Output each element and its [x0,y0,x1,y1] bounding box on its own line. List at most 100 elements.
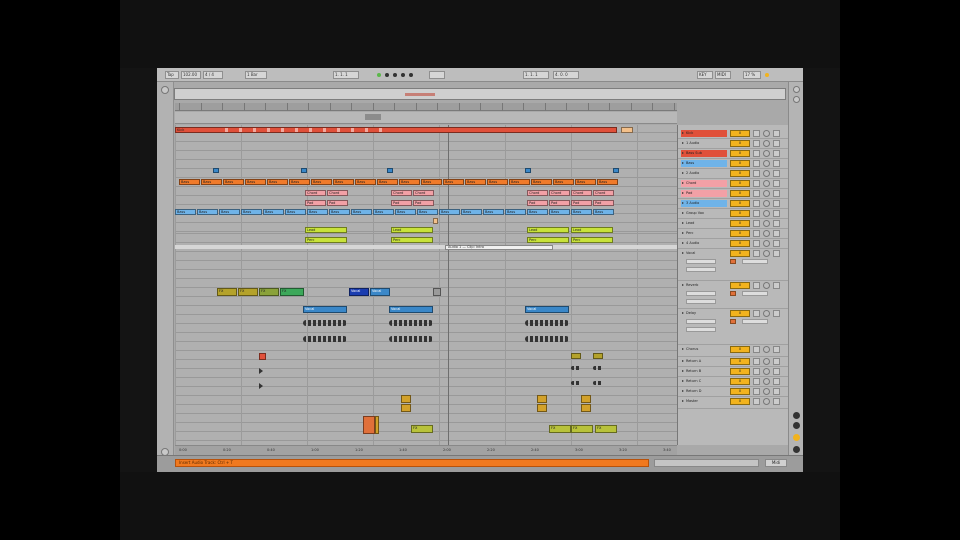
fold-arrow-icon[interactable] [682,242,684,244]
monitor-button[interactable] [773,346,780,353]
mixer-track[interactable]: Return D 0 [678,387,789,397]
monitor-select[interactable] [686,267,716,272]
track-lane[interactable] [175,405,677,414]
bass-clip[interactable]: Bass [267,179,288,185]
solo-button[interactable] [753,388,760,395]
arm-button[interactable] [763,160,770,167]
marker-clip[interactable] [525,168,531,173]
mixer-track[interactable]: Bass Sub 0 [678,149,789,159]
arm-button[interactable] [763,250,770,257]
bass-clip[interactable]: Bass [597,179,618,185]
arm-button[interactable] [763,398,770,405]
loop-start-field[interactable]: 1. 1. 1 [523,71,549,79]
position-field[interactable]: 1. 1. 1 [333,71,359,79]
perc-clip[interactable]: Perc [527,237,569,243]
olive-block-clip[interactable] [537,395,547,403]
track-volume[interactable]: 0 [730,170,750,177]
arm-button[interactable] [763,180,770,187]
monitor-button[interactable] [773,282,780,289]
browser-toggle-icon[interactable] [161,86,169,94]
bass2-clip[interactable]: Bass [307,209,328,215]
arm-button[interactable] [763,358,770,365]
fold-arrow-icon[interactable] [682,380,684,382]
vocal-clip[interactable]: Vocal [389,306,433,313]
bass-clip[interactable]: Bass [575,179,596,185]
time-signature-field[interactable]: 4 / 4 [203,71,223,79]
input-select[interactable] [686,319,716,324]
record-icon[interactable] [393,73,397,77]
bar-ruler[interactable] [175,103,677,111]
mixer-track[interactable]: 3 Audio 0 [678,199,789,209]
track-volume[interactable]: 0 [730,190,750,197]
fx-block-clip[interactable] [363,416,375,434]
kick-end-clip[interactable] [621,127,633,133]
pad-clip[interactable]: Pad [413,200,434,206]
fold-arrow-icon[interactable] [682,390,684,392]
fold-arrow-icon[interactable] [682,222,684,224]
vocal-clip[interactable]: Vocal [525,306,569,313]
fold-arrow-icon[interactable] [682,132,684,134]
time-ruler-bottom[interactable]: 0:00 0:20 0:40 1:00 1:20 1:40 2:00 2:20 2:40 3:00… [175,445,677,455]
mixer-track[interactable]: 4 Audio 0 [678,239,789,249]
track-volume[interactable]: 0 [730,140,750,147]
bass-clip[interactable]: Bass [487,179,508,185]
solo-button[interactable] [753,398,760,405]
track-lane[interactable] [175,214,677,223]
fx-clip[interactable]: FX [217,288,237,296]
track-name[interactable]: Perc [681,230,727,237]
arm-button[interactable] [763,368,770,375]
track-name[interactable]: Chorus [681,346,727,353]
bass-clip[interactable]: Bass [245,179,266,185]
solo-button[interactable] [753,140,760,147]
track-volume[interactable]: 0 [730,378,750,385]
output-select[interactable] [742,291,768,296]
track-volume[interactable]: 0 [730,200,750,207]
chord-clip[interactable]: Chord [413,190,434,196]
monitor-button[interactable] [773,160,780,167]
track-lane[interactable] [175,396,677,405]
bass-clip[interactable]: Bass [465,179,486,185]
monitor-button[interactable] [773,220,780,227]
bass2-clip[interactable]: Bass [505,209,526,215]
input-select[interactable] [686,291,716,296]
arm-button[interactable] [763,170,770,177]
track-name[interactable]: Return D [681,388,727,395]
track-name[interactable]: Lead [681,220,727,227]
track-volume[interactable]: 0 [730,180,750,187]
draw-mode-button[interactable] [429,71,445,79]
track-name[interactable]: Return C [681,378,727,385]
monitor-button[interactable] [773,140,780,147]
bass-clip[interactable]: Bass [399,179,420,185]
sends-toggle-icon[interactable] [793,422,800,429]
chord-clip[interactable]: Chord [391,190,412,196]
track-name[interactable]: Master [681,398,727,405]
bass2-clip[interactable]: Bass [285,209,306,215]
solo-button[interactable] [753,230,760,237]
red-marker-clip[interactable] [259,353,266,360]
fold-arrow-icon[interactable] [682,212,684,214]
solo-button[interactable] [753,170,760,177]
midi-map-button[interactable]: MIDI [715,71,731,79]
monitor-button[interactable] [773,230,780,237]
vocal-clip[interactable]: Vocal [370,288,390,296]
track-name[interactable]: Group Vox [681,210,727,217]
bass2-clip[interactable]: Bass [351,209,372,215]
mixer-toggle-icon[interactable] [793,446,800,453]
track-name[interactable]: Bass [681,160,727,167]
bass2-clip[interactable]: Bass [593,209,614,215]
bass-clip[interactable]: Bass [179,179,200,185]
bass2-clip[interactable]: Bass [197,209,218,215]
track-volume[interactable]: 0 [730,160,750,167]
track-volume[interactable]: 0 [730,210,750,217]
marker-clip[interactable] [387,168,393,173]
arm-button[interactable] [763,282,770,289]
bass2-clip[interactable]: Bass [483,209,504,215]
track-lane[interactable] [175,297,677,306]
track-lane[interactable] [175,252,677,261]
arm-button[interactable] [763,140,770,147]
track-name[interactable]: Vocal [681,250,727,257]
perc-clip[interactable]: Perc [391,237,433,243]
mixer-track[interactable]: Return A 0 [678,357,789,367]
track-name[interactable]: Bass Sub [681,150,727,157]
track-lane[interactable] [175,279,677,288]
